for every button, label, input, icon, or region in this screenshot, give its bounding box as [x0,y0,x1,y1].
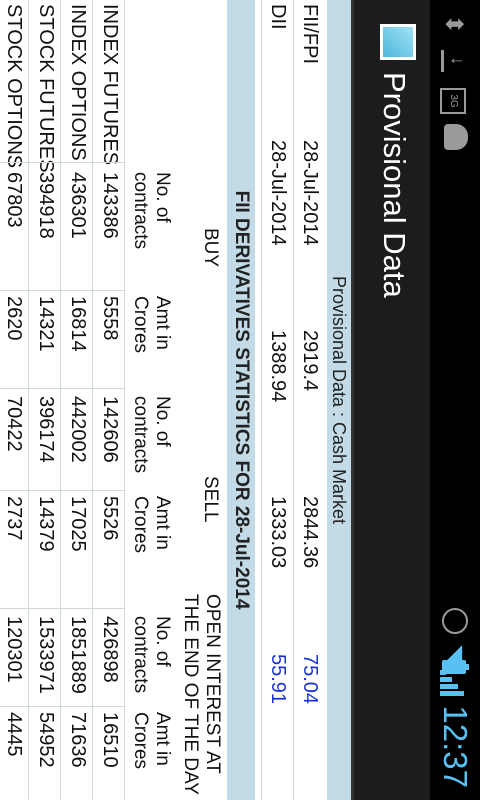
column-divider [0,608,125,609]
sell-contracts: 442002 [67,396,89,463]
sell-contracts: 70422 [3,396,25,452]
col-header: Amt in [152,496,173,550]
buy-contracts: 143386 [99,172,121,239]
sell-contracts: 142606 [99,396,121,463]
row-label: FII/FPI [299,4,321,64]
divider [92,0,93,800]
sell-group-header: SELL [200,476,221,523]
cash-market-header: Provisional Data : Cash Market [327,0,351,800]
oi-contracts: 1533971 [35,616,57,694]
buy-contracts: 67803 [3,172,25,228]
app-title: Provisional Data [377,72,412,298]
oi-amount: 54952 [35,712,57,768]
oi-amount: 4445 [3,712,25,757]
action-bar: Provisional Data [351,0,430,800]
3g-icon: 3G [440,88,466,114]
alarm-icon [442,608,468,634]
app-icon[interactable] [380,24,416,60]
usb-icon: ⬍ [440,14,467,35]
sell-contracts: 396174 [35,396,57,463]
row-date: 28-Jul-2014 [299,140,321,246]
network-type: 3G [448,94,459,108]
derivatives-title: FII DERIVATIVES STATISTICS FOR 28-Jul-20… [227,0,255,800]
col-header: contracts [130,616,151,694]
row-buy: 1388.94 [267,330,289,403]
row-buy: 2919.4 [299,330,321,392]
row-date: 28-Jul-2014 [267,140,289,246]
col-header: Amt in [152,712,173,766]
rotated-screen: ⬍ ↓ 3G ◥ 12:37 Provisional Data Provisio… [0,0,480,800]
oi-amount: 71636 [67,712,89,768]
buy-contracts: 394918 [35,172,57,239]
row-sell: 2844.36 [299,496,321,569]
wifi-icon: ◥ [443,645,468,662]
col-header: Crores [130,296,151,354]
sell-amount: 5526 [99,496,121,541]
oi-group-header-line2: THE END OF THE DAY [180,594,201,795]
oi-contracts: 1851889 [67,616,89,694]
column-divider [0,388,125,389]
buy-group-header: BUY [200,228,221,268]
column-divider [0,162,125,163]
signal-icon [440,670,464,698]
row-net: 75.04 [299,654,321,705]
buy-amount: 2620 [3,296,25,341]
col-header: No. of [152,172,173,223]
row-label: INDEX FUTURES [99,4,121,166]
col-header: contracts [130,396,151,474]
column-divider [0,290,125,291]
row-label: STOCK FUTURES [35,4,57,173]
col-header: No. of [152,616,173,667]
divider [124,0,125,800]
sell-amount: 2737 [3,496,25,541]
col-header: Crores [130,712,151,770]
clock: 12:37 [437,705,474,788]
sell-amount: 17025 [67,496,89,552]
buy-amount: 16814 [67,296,89,352]
divider [60,0,61,800]
row-label: DII [267,4,289,30]
col-header: Amt in [152,296,173,350]
divider [28,0,29,800]
download-icon: ↓ [441,50,468,72]
row-net: 55.91 [267,654,289,705]
row-sell: 1333.03 [267,496,289,569]
buy-amount: 14321 [35,296,57,352]
row-label: INDEX OPTIONS [67,4,89,161]
sell-amount: 14379 [35,496,57,552]
col-header: contracts [130,172,151,250]
column-divider [0,490,125,491]
status-bar: ⬍ ↓ 3G ◥ 12:37 [430,0,480,800]
oi-contracts: 120301 [3,616,25,683]
android-debug-icon [444,124,468,150]
divider [261,0,262,800]
content-area[interactable]: Provisional Data : Cash Market FII/FPI 2… [0,0,351,800]
col-header: Crores [130,496,151,554]
buy-contracts: 436301 [67,172,89,239]
buy-amount: 5558 [99,296,121,341]
col-header: No. of [152,396,173,447]
row-label: STOCK OPTIONS [3,4,25,169]
column-divider [0,706,125,707]
oi-contracts: 426898 [99,616,121,683]
divider [293,0,294,800]
oi-group-header-line1: OPEN INTEREST AT [202,594,223,774]
oi-amount: 16510 [99,712,121,768]
